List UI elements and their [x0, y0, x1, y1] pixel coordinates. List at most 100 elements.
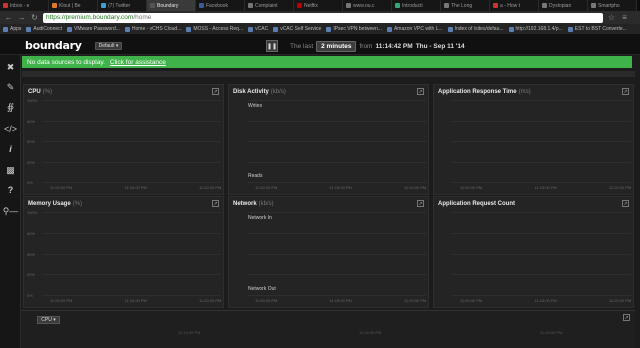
x-tick-label: 11:15:00 PM [534, 185, 557, 190]
panel-unit: (ms) [518, 89, 531, 95]
y-tick-label: 80% [27, 230, 36, 236]
x-tick-label: 11:15:00 PM [329, 185, 352, 190]
sidebar: ✖ ✎ ∯ </> i ▩ ? ⚲— [0, 55, 21, 348]
panel-maximize-icon[interactable]: ↗ [417, 200, 424, 207]
panel-title: Application Response Time (ms) [438, 89, 531, 95]
browser-tab[interactable]: a - How t [490, 0, 539, 11]
bookmark-label: Index of /sites/defau... [454, 26, 504, 32]
time-range-bar: The last 2 minutes from 11:14:42 PM Thu … [290, 41, 465, 52]
bottom-timeline-panel [22, 310, 635, 348]
bookmark-item[interactable]: MOSS - Access Req... [186, 26, 243, 32]
help-icon[interactable]: ? [0, 180, 21, 200]
grid-line [42, 100, 221, 101]
tab-label: www.ou.c [353, 2, 375, 9]
pencil-icon[interactable]: ✎ [0, 77, 21, 97]
key-icon[interactable]: ⚲— [0, 201, 21, 221]
grid-line [452, 232, 631, 234]
browser-tab[interactable]: Smartpho [588, 0, 637, 11]
panel-mem: Memory Usage (%) ↗ 100% 80% 50% 20% 0% 11:00:00 … [23, 196, 224, 308]
tab-label: Klout | Be [59, 2, 81, 9]
y-tick-label: 50% [27, 251, 36, 257]
x-tick-label: 11:00:00 PM [255, 298, 278, 303]
panel-disk: Disk Activity (kb/s) ↗ 11:00:00 PM 11:15:00 … [228, 84, 429, 195]
browser-tab[interactable]: The Long [441, 0, 490, 11]
grid-line [42, 182, 221, 183]
y-tick-label: 20% [27, 159, 36, 165]
browser-tab[interactable]: Netflix [294, 0, 343, 11]
panel-title-text: Disk Activity [233, 89, 269, 95]
url-input[interactable]: https://premium.boundary.com/home [43, 12, 603, 23]
bookmark-item[interactable]: vCAC [248, 26, 268, 32]
bookmark-icon [567, 26, 573, 32]
metric-select-label: CPU [41, 317, 52, 323]
tab-label: (7) Twitter [108, 2, 131, 9]
grid-line [247, 232, 426, 234]
star-icon[interactable]: ☆ [607, 11, 616, 24]
panel-maximize-icon[interactable]: ↗ [212, 200, 219, 207]
tools-icon[interactable]: ✖ [0, 57, 21, 77]
tab-favicon-icon [3, 3, 8, 8]
bookmark-item[interactable]: Index of /sites/defau... [447, 26, 504, 32]
bottom-maximize-button[interactable]: ↗ [623, 314, 630, 321]
tab-label: Boundary [157, 2, 179, 9]
bookmark-item[interactable]: Home - vCHS Cloud... [124, 26, 181, 32]
browser-tab[interactable]: Klout | Be [49, 0, 98, 11]
x-tick-label: 11:20:00 PM [404, 298, 427, 303]
tab-favicon-icon [101, 3, 106, 8]
panel-title-text: Application Response Time [438, 89, 517, 95]
bookmark-icon [386, 26, 392, 32]
series-label: Network In [248, 215, 272, 221]
browser-tab[interactable]: www.ou.c [343, 0, 392, 11]
panel-unit: (kb/s) [270, 89, 286, 95]
dashboard-select[interactable]: Default ▾ [95, 42, 122, 50]
browser-tab[interactable]: Dystopian [539, 0, 588, 11]
forward-icon[interactable]: → [17, 11, 26, 24]
panel-arc: Application Request Count ↗ 11:00:00 PM 11:… [433, 196, 634, 308]
panel-net: Network (kb/s) ↗ 11:00:00 PM 11:15:00 PM 11:2… [228, 196, 429, 308]
bookmark-item[interactable]: EST to BST Converte... [567, 26, 627, 32]
duration-select[interactable]: 2 minutes [316, 41, 357, 52]
info-icon[interactable]: i [0, 139, 21, 159]
code-icon[interactable]: </> [0, 119, 21, 139]
grid-line [42, 232, 221, 234]
x-tick-label: 11:20:00 PM [609, 185, 632, 190]
series-label: Writes [248, 103, 263, 109]
bookmark-item[interactable]: AudiConnect [26, 26, 62, 32]
share-icon[interactable]: ∯ [0, 97, 21, 117]
metric-select[interactable]: CPU ▾ [37, 316, 60, 324]
bookmark-item[interactable]: Amazon VPC with L... [386, 26, 443, 32]
tab-label: Facebook [206, 2, 228, 9]
chat-icon[interactable]: ▩ [0, 160, 21, 180]
browser-address-bar: ← → ↻ https://premium.boundary.com/home … [0, 11, 640, 24]
browser-tab[interactable]: (7) Twitter [98, 0, 147, 11]
panel-maximize-icon[interactable]: ↗ [212, 88, 219, 95]
tab-label: The Long [451, 2, 473, 9]
browser-tab[interactable]: Boundary [147, 0, 196, 11]
grid-line [247, 274, 426, 276]
grid-line [247, 120, 426, 122]
tab-favicon-icon [444, 3, 449, 8]
back-icon[interactable]: ← [4, 11, 13, 24]
bookmark-item[interactable]: IPsec VPN between... [326, 26, 382, 32]
browser-tab[interactable]: Complaint [245, 0, 294, 11]
y-tick-label: 100% [27, 98, 38, 103]
bookmark-item[interactable]: Apps [3, 26, 21, 32]
series-label: Reads [248, 173, 263, 179]
bookmark-item[interactable]: vCAC Self Service [273, 26, 321, 32]
menu-icon[interactable]: ≡ [620, 11, 629, 24]
boundary-logo[interactable]: boundary [25, 39, 82, 52]
reload-icon[interactable]: ↻ [30, 11, 39, 24]
panel-maximize-icon[interactable]: ↗ [417, 88, 424, 95]
browser-tab[interactable]: Inbox - e [0, 0, 49, 11]
browser-tab[interactable]: Introducti [392, 0, 441, 11]
assistance-link[interactable]: Click for assistance [110, 59, 166, 66]
bookmark-item[interactable]: http://192.168.1.4/p... [508, 26, 563, 32]
browser-tab[interactable]: Facebook [196, 0, 245, 11]
maximize-icon: ↗ [624, 314, 629, 321]
panel-maximize-icon[interactable]: ↗ [622, 88, 629, 95]
grid-line [42, 141, 221, 142]
panel-maximize-icon[interactable]: ↗ [622, 200, 629, 207]
pause-button[interactable]: ❚❚ [266, 40, 278, 52]
x-tick-label: 11:20:00 PM [404, 185, 427, 190]
bookmark-item[interactable]: VMware Password... [67, 26, 120, 32]
